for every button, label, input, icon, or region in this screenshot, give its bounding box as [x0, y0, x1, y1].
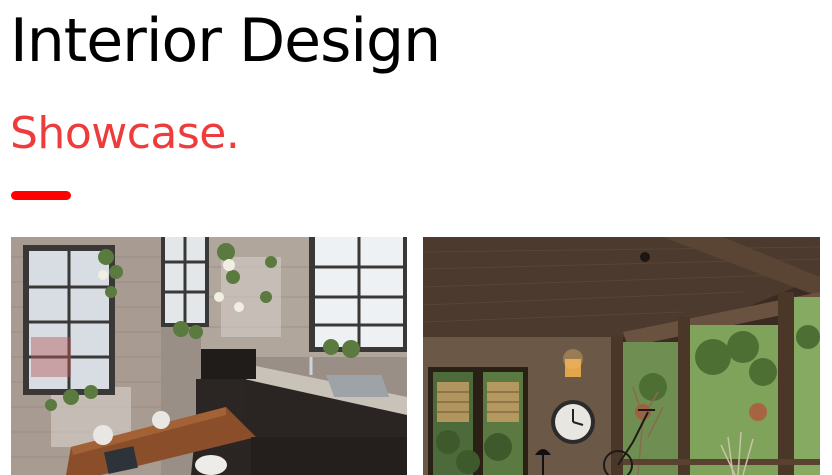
- accent-divider: [11, 191, 71, 200]
- page-subtitle: Showcase.: [10, 108, 240, 159]
- showcase-gallery: [11, 237, 821, 475]
- loft-kitchen-photo[interactable]: [11, 237, 407, 475]
- covered-porch-photo[interactable]: [423, 237, 820, 475]
- page-title: Interior Design: [10, 6, 441, 76]
